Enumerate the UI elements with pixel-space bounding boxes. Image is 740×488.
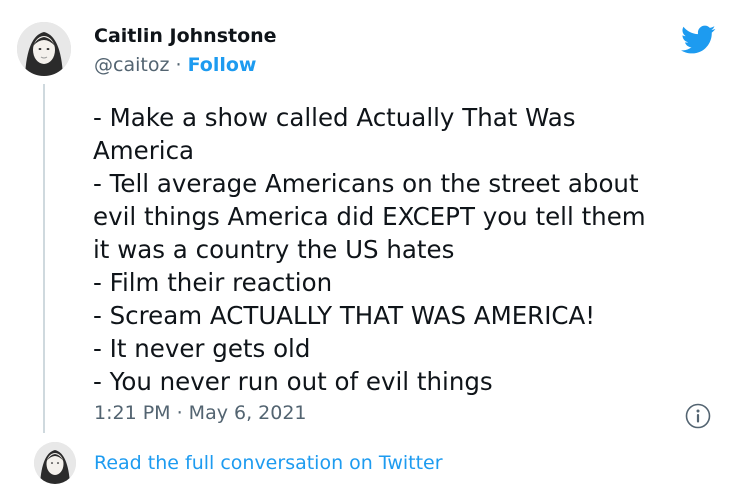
tweet-line: - Film their reaction xyxy=(93,268,333,297)
reply-avatar[interactable] xyxy=(34,442,76,484)
follow-link[interactable]: Follow xyxy=(188,54,257,76)
tweet-line: - You never run out of evil things xyxy=(93,367,493,396)
tweet-line: evil things America did EXCEPT you tell … xyxy=(93,202,646,231)
tweet-text: - Make a show called Actually That Was A… xyxy=(93,101,723,398)
twitter-bird-icon[interactable] xyxy=(681,25,716,55)
tweet-timestamp[interactable]: 1:21 PM · May 6, 2021 xyxy=(94,402,307,424)
author-display-name[interactable]: Caitlin Johnstone xyxy=(94,25,277,47)
author-handle-row: @caitoz · Follow xyxy=(94,54,256,76)
separator-dot: · xyxy=(175,54,182,76)
tweet-card: Caitlin Johnstone @caitoz · Follow - Mak… xyxy=(0,0,740,488)
tweet-line: - It never gets old xyxy=(93,334,311,363)
tweet-line: - Tell average Americans on the street a… xyxy=(93,169,639,198)
read-full-conversation-link[interactable]: Read the full conversation on Twitter xyxy=(94,452,443,474)
info-icon[interactable] xyxy=(685,403,711,429)
author-handle[interactable]: @caitoz xyxy=(94,54,169,76)
tweet-line: it was a country the US hates xyxy=(93,235,455,264)
tweet-line: America xyxy=(93,136,195,165)
tweet-line: - Make a show called Actually That Was xyxy=(93,103,576,132)
tweet-line: - Scream ACTUALLY THAT WAS AMERICA! xyxy=(93,301,596,330)
avatar-image xyxy=(34,442,76,484)
thread-connector-line xyxy=(43,84,45,433)
author-avatar[interactable] xyxy=(17,22,71,76)
avatar-image xyxy=(17,22,71,76)
